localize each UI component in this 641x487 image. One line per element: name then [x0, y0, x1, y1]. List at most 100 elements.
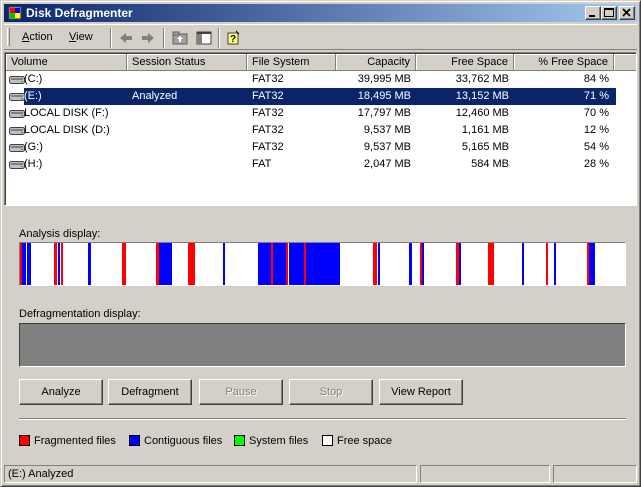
cell-capacity: 18,495 MB — [357, 90, 411, 102]
hard-drive-icon — [9, 127, 25, 135]
minimize-icon — [589, 15, 595, 17]
status-bar: (E:) Analyzed — [4, 465, 637, 484]
cell-free: 584 MB — [471, 158, 509, 170]
contiguous-segment — [554, 243, 556, 285]
forward-button[interactable] — [138, 28, 158, 48]
hard-drive-icon — [9, 76, 25, 84]
volume-row[interactable]: (C:) FAT32 39,995 MB 33,762 MB 84 % — [6, 71, 636, 88]
column-header-filler — [614, 54, 636, 71]
contiguous-segment — [522, 243, 524, 285]
free-space-swatch — [322, 435, 333, 446]
column-header-file-system[interactable]: File System — [247, 54, 336, 71]
back-button[interactable] — [116, 28, 136, 48]
contiguous-segment — [27, 243, 31, 285]
cell-free: 33,762 MB — [455, 73, 509, 85]
legend-divider — [19, 418, 626, 420]
fragmented-segment — [54, 243, 57, 285]
status-pane-2 — [420, 465, 550, 483]
column-header-session-status[interactable]: Session Status — [127, 54, 247, 71]
contiguous-segment — [223, 243, 225, 285]
help-icon: ? — [227, 30, 240, 45]
toolbar-grip[interactable] — [7, 28, 10, 46]
pause-button[interactable]: Pause — [199, 379, 283, 405]
defragment-button[interactable]: Defragment — [108, 379, 192, 405]
fragmented-segment — [122, 243, 126, 285]
column-header-free-space[interactable]: Free Space — [416, 54, 514, 71]
column-header-pct-free-space[interactable]: % Free Space — [514, 54, 614, 71]
cell-fs: FAT — [252, 158, 272, 170]
contiguous-segment — [409, 243, 412, 285]
up-one-level-button[interactable] — [170, 28, 190, 48]
volume-row[interactable]: (E:) Analyzed FAT32 18,495 MB 13,152 MB 71 % — [6, 88, 636, 105]
legend-free: Free space — [322, 435, 392, 447]
cell-fs: FAT32 — [252, 124, 284, 136]
contiguous-segment — [159, 243, 172, 285]
svg-text:?: ? — [230, 34, 236, 45]
fragmented-segment — [546, 243, 548, 285]
cell-volume: LOCAL DISK (F:) — [24, 107, 109, 119]
hard-drive-icon — [9, 161, 25, 169]
minimize-button[interactable] — [585, 6, 601, 20]
folder-up-icon — [172, 31, 188, 45]
status-text: (E:) Analyzed — [4, 465, 417, 483]
toolbar-separator — [163, 28, 165, 48]
view-report-button[interactable]: View Report — [379, 379, 463, 405]
contiguous-swatch — [129, 435, 140, 446]
column-header-volume[interactable]: Volume — [6, 54, 127, 71]
defrag-app-icon — [7, 5, 23, 21]
show-pane-icon — [196, 31, 212, 45]
cell-volume: (G:) — [24, 141, 43, 153]
volume-row[interactable]: LOCAL DISK (D:) FAT32 9,537 MB 1,161 MB 12 % — [6, 122, 636, 139]
toolbar-separator — [218, 28, 220, 48]
status-pane-3 — [553, 465, 637, 483]
disk-defragmenter-window: Disk Defragmenter Action View ? Volume S… — [0, 0, 641, 487]
contiguous-segment — [422, 243, 424, 285]
contiguous-segment — [258, 243, 271, 285]
legend-contiguous-label: Contiguous files — [144, 435, 223, 447]
cell-pct: 70 % — [583, 107, 609, 119]
contiguous-segment — [289, 243, 304, 285]
hard-drive-icon — [9, 93, 25, 101]
fragmented-segment — [373, 243, 377, 285]
menu-action[interactable]: Action — [22, 31, 53, 43]
contiguous-segment — [306, 243, 340, 285]
contiguous-segment — [58, 243, 60, 285]
legend-free-label: Free space — [337, 435, 393, 447]
legend-system-label: System files — [249, 435, 309, 447]
defrag-pane: Analysis display: Defragmentation displa… — [4, 210, 637, 462]
help-button[interactable]: ? — [224, 28, 244, 48]
contiguous-segment — [378, 243, 380, 285]
cell-volume: (C:) — [24, 73, 43, 85]
cell-status: Analyzed — [132, 90, 178, 102]
cell-fs: FAT32 — [252, 73, 284, 85]
column-header-capacity[interactable]: Capacity — [336, 54, 416, 71]
menu-view-rest: iew — [76, 31, 93, 43]
legend-contiguous: Contiguous files — [129, 435, 222, 447]
fragmented-segment — [488, 243, 494, 285]
close-button[interactable] — [619, 6, 635, 20]
maximize-button[interactable] — [601, 6, 617, 20]
hard-drive-icon — [9, 144, 25, 152]
volume-row[interactable]: LOCAL DISK (F:) FAT32 17,797 MB 12,460 MB 70… — [6, 105, 636, 122]
volume-row[interactable]: (H:) FAT 2,047 MB 584 MB 28 % — [6, 156, 636, 173]
volume-row[interactable]: (G:) FAT32 9,537 MB 5,165 MB 54 % — [6, 139, 636, 156]
hard-drive-icon — [9, 110, 25, 118]
stop-button[interactable]: Stop — [289, 379, 373, 405]
cell-fs: FAT32 — [252, 107, 284, 119]
fragmented-segment — [61, 243, 63, 285]
menu-view[interactable]: View — [69, 31, 93, 43]
contiguous-segment — [589, 243, 595, 285]
fragmented-segment — [188, 243, 195, 285]
analyze-button[interactable]: Analyze — [19, 379, 103, 405]
system-swatch — [234, 435, 245, 446]
title-bar[interactable]: Disk Defragmenter — [4, 4, 637, 22]
volume-list-header: Volume Session Status File System Capaci… — [6, 54, 636, 71]
volume-list[interactable]: Volume Session Status File System Capaci… — [4, 52, 637, 206]
cell-capacity: 2,047 MB — [363, 158, 411, 170]
window-title: Disk Defragmenter — [26, 6, 133, 20]
show-hide-pane-button[interactable] — [194, 28, 214, 48]
cell-free: 1,161 MB — [461, 124, 509, 136]
cell-capacity: 9,537 MB — [363, 124, 411, 136]
close-icon — [622, 8, 631, 17]
cell-pct: 84 % — [583, 73, 609, 85]
